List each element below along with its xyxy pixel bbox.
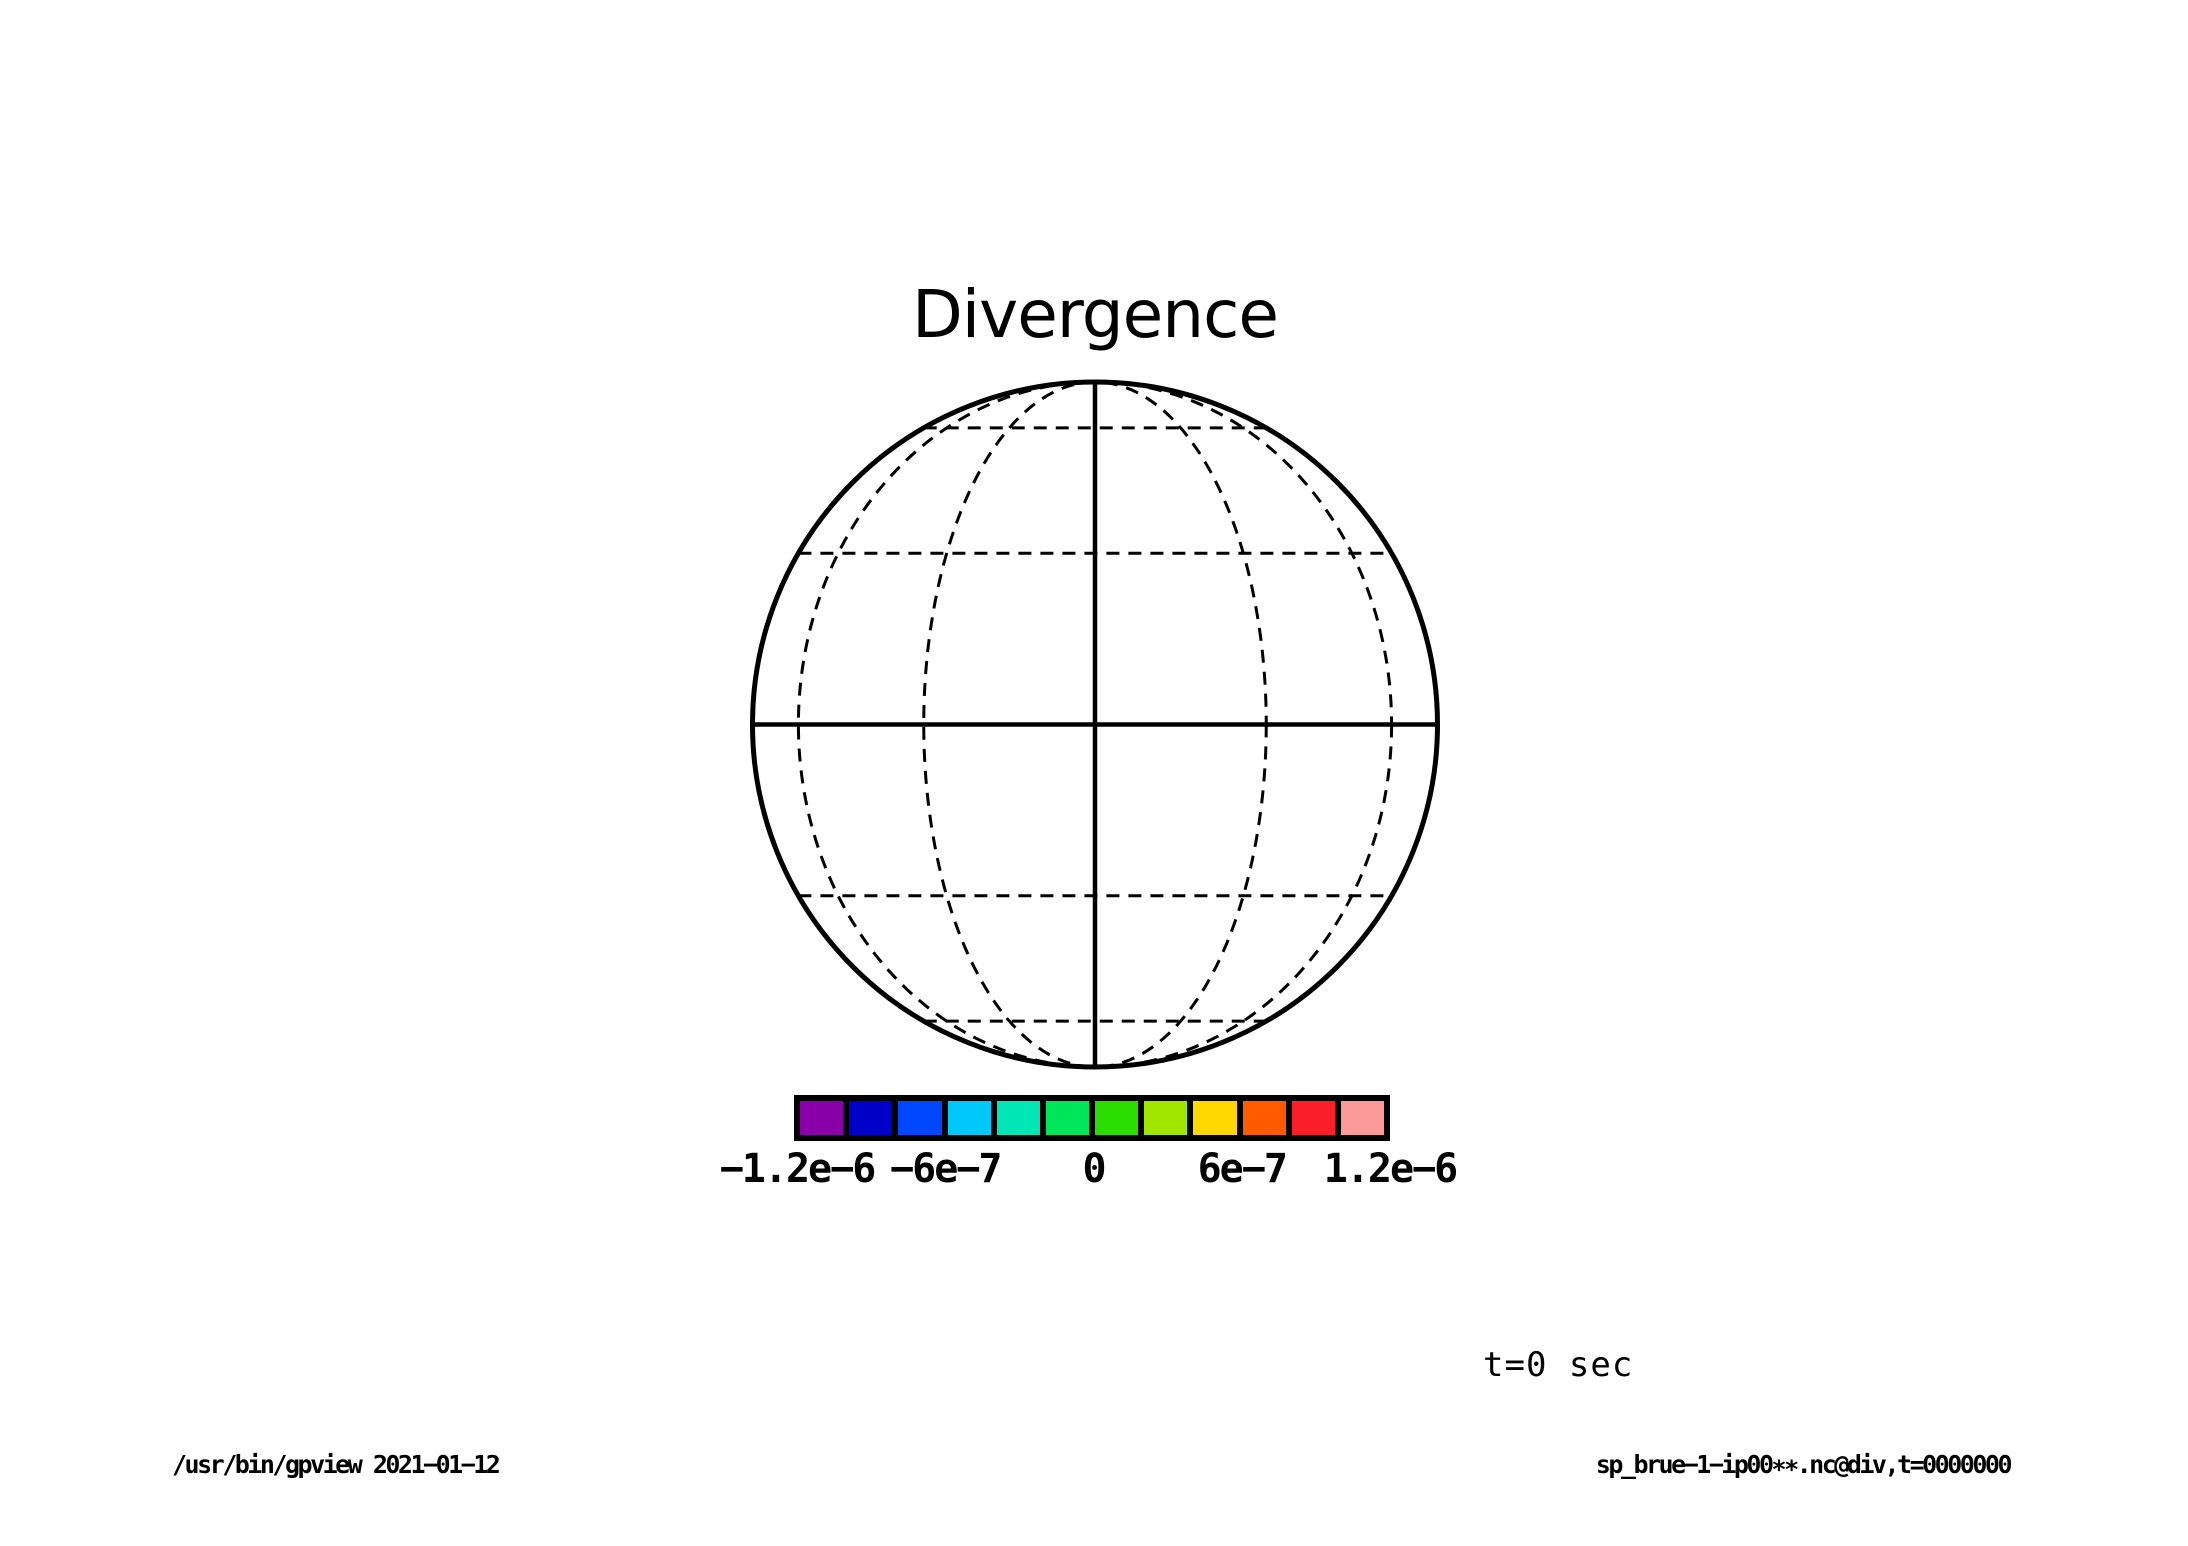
- colorbar-tick-label: 1.2e−6: [1323, 1146, 1458, 1192]
- orthographic-globe: [750, 379, 1440, 1070]
- colorbar-cell: [849, 1101, 893, 1135]
- footer-command-text: /usr/bin/gpview 2021−01−12: [172, 1450, 501, 1479]
- colorbar-cell: [1242, 1101, 1286, 1135]
- colorbar: [794, 1095, 1390, 1141]
- colorbar-cell: [1095, 1101, 1139, 1135]
- plot-canvas: Divergence −1.2e−6 −6e−7 0 6e−7 1.2e−6 t=0 s…: [0, 0, 2188, 1546]
- footer-filename-text: sp_brue−1−ip00∗∗.nc@div,t=0000000: [1595, 1450, 2013, 1479]
- colorbar-tick-label: 0: [1082, 1146, 1106, 1192]
- colorbar-cell: [947, 1101, 991, 1135]
- time-label: t=0 sec: [1483, 1345, 1634, 1385]
- colorbar-cell: [1045, 1101, 1090, 1135]
- colorbar-tick-label: 6e−7: [1197, 1146, 1288, 1192]
- colorbar-tick-label: −1.2e−6: [719, 1146, 877, 1192]
- colorbar-cell: [1144, 1101, 1188, 1135]
- colorbar-cell: [1193, 1101, 1237, 1135]
- colorbar-cell: [996, 1101, 1040, 1135]
- colorbar-tick-label: −6e−7: [890, 1146, 1002, 1192]
- colorbar-cell: [1291, 1101, 1335, 1135]
- colorbar-tick-labels: −1.2e−6 −6e−7 0 6e−7 1.2e−6: [720, 1146, 1459, 1192]
- colorbar-cell: [1340, 1101, 1385, 1135]
- colorbar-cell: [898, 1101, 942, 1135]
- colorbar-cell: [800, 1101, 844, 1135]
